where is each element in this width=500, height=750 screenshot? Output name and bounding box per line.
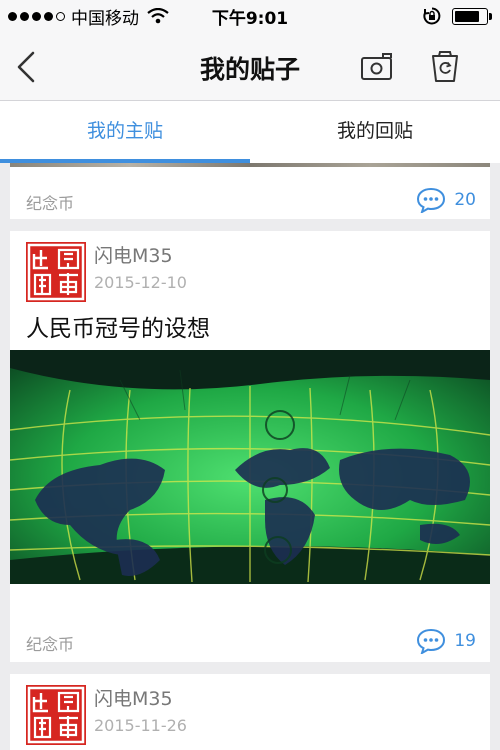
- post-image[interactable]: [10, 350, 490, 584]
- nav-bar: 我的贴子: [0, 32, 500, 101]
- post-card[interactable]: 纪念币 20: [10, 163, 490, 219]
- back-chevron-icon[interactable]: [12, 50, 42, 84]
- post-title[interactable]: 人民币冠号的设想: [26, 309, 210, 343]
- comment-count-button[interactable]: 20: [416, 187, 476, 213]
- tab-my-main-posts[interactable]: 我的主贴: [0, 101, 250, 163]
- speech-bubble-icon: [417, 187, 446, 213]
- speech-bubble-icon: [417, 628, 446, 654]
- status-bar: 中国移动 下午9:01: [0, 0, 500, 32]
- camera-icon[interactable]: [357, 48, 397, 86]
- tab-bar: 我的主贴 我的回贴: [0, 101, 500, 163]
- battery-icon: [452, 7, 492, 25]
- seal-stamp-icon: [27, 243, 85, 301]
- post-tag: 纪念币: [26, 194, 75, 213]
- post-card[interactable]: 闪电M35 2015-12-10 人民币冠号的设想 纪念币 19: [10, 231, 490, 662]
- post-feed[interactable]: 纪念币 20 闪电M35 2015-12-10 人民币冠号的设想 纪念币 19 …: [0, 163, 500, 750]
- post-date: 2015-11-26: [94, 716, 187, 735]
- comment-count-button[interactable]: 19: [416, 628, 476, 654]
- post-author[interactable]: 闪电M35: [94, 684, 173, 711]
- tab-my-replies[interactable]: 我的回贴: [250, 101, 500, 163]
- rotation-lock-icon: [423, 7, 441, 25]
- post-image-strip: [10, 163, 490, 167]
- comment-count: 19: [454, 631, 476, 651]
- seal-stamp-icon: [27, 686, 85, 744]
- avatar[interactable]: [26, 685, 86, 745]
- trash-refresh-icon[interactable]: [425, 48, 465, 86]
- comment-count: 20: [454, 190, 476, 210]
- wifi-icon: [147, 8, 169, 24]
- carrier-name: 中国移动: [71, 8, 139, 29]
- post-card[interactable]: 闪电M35 2015-11-26: [10, 674, 490, 750]
- signal-strength-icon: [8, 11, 65, 21]
- post-tag: 纪念币: [26, 635, 75, 654]
- banknote-world-map-image: [10, 350, 490, 584]
- post-date: 2015-12-10: [94, 273, 187, 292]
- avatar[interactable]: [26, 242, 86, 302]
- post-author[interactable]: 闪电M35: [94, 241, 173, 268]
